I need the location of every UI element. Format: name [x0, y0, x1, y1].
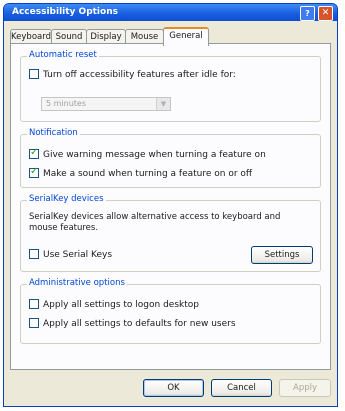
- apply-new-users-checkbox-box[interactable]: [29, 317, 39, 328]
- idle-timeout-select[interactable]: 5 minutes ▼: [41, 97, 171, 111]
- turn-off-features-label: Turn off accessibility features after id…: [43, 70, 236, 80]
- tab-keyboard[interactable]: Keyboard: [10, 29, 52, 44]
- serialkey-description: SerialKey devices allow alternative acce…: [29, 212, 281, 233]
- ok-button[interactable]: OK: [143, 379, 204, 397]
- warning-message-checkbox-box[interactable]: [29, 147, 39, 159]
- sound-notification-label: Make a sound when turning a feature on o…: [43, 169, 253, 179]
- warning-message-label: Give warning message when turning a feat…: [43, 150, 266, 160]
- tab-sound[interactable]: Sound: [51, 29, 87, 44]
- cancel-button[interactable]: Cancel: [211, 379, 272, 397]
- window-title: Accessibility Options: [12, 7, 118, 17]
- apply-button[interactable]: Apply: [279, 379, 331, 397]
- apply-new-users-label: Apply all settings to defaults for new u…: [43, 319, 236, 329]
- turn-off-features-checkbox-box[interactable]: [29, 68, 39, 79]
- sound-notification-checkbox[interactable]: Make a sound when turning a feature on o…: [29, 166, 253, 180]
- apply-logon-desktop-checkbox-box[interactable]: [29, 298, 39, 309]
- administrative-options-title: Administrative options: [27, 278, 127, 288]
- serialkey-title: SerialKey devices: [27, 194, 106, 204]
- notification-title: Notification: [27, 128, 80, 138]
- title-bar[interactable]: Accessibility Options ? ✕: [4, 4, 337, 21]
- tab-general[interactable]: General: [163, 27, 209, 46]
- settings-button[interactable]: Settings: [251, 246, 313, 264]
- automatic-reset-group: Automatic reset Turn off accessibility f…: [20, 50, 321, 122]
- serialkey-group: SerialKey devices SerialKey devices allo…: [20, 194, 321, 272]
- tab-display[interactable]: Display: [86, 29, 126, 44]
- use-serial-keys-checkbox[interactable]: Use Serial Keys: [29, 248, 113, 261]
- apply-new-users-checkbox[interactable]: Apply all settings to defaults for new u…: [29, 317, 236, 330]
- apply-logon-desktop-checkbox[interactable]: Apply all settings to logon desktop: [29, 298, 199, 311]
- apply-logon-desktop-label: Apply all settings to logon desktop: [43, 300, 199, 310]
- idle-timeout-value: 5 minutes: [46, 99, 87, 108]
- help-button[interactable]: ?: [300, 6, 315, 21]
- chevron-down-icon[interactable]: ▼: [156, 98, 170, 110]
- administrative-options-group: Administrative options Apply all setting…: [20, 278, 321, 344]
- use-serial-keys-label: Use Serial Keys: [43, 250, 113, 260]
- close-button[interactable]: ✕: [318, 6, 333, 21]
- use-serial-keys-checkbox-box[interactable]: [29, 248, 39, 259]
- tab-mouse[interactable]: Mouse: [125, 29, 164, 44]
- accessibility-options-dialog: Accessibility Options ? ✕ Keyboard Sound…: [3, 3, 338, 407]
- turn-off-features-checkbox[interactable]: Turn off accessibility features after id…: [29, 68, 236, 81]
- automatic-reset-title: Automatic reset: [27, 50, 99, 60]
- warning-message-checkbox[interactable]: Give warning message when turning a feat…: [29, 147, 266, 161]
- notification-group: Notification Give warning message when t…: [20, 128, 321, 188]
- general-tab-panel: Automatic reset Turn off accessibility f…: [10, 43, 331, 370]
- sound-notification-checkbox-box[interactable]: [29, 166, 39, 178]
